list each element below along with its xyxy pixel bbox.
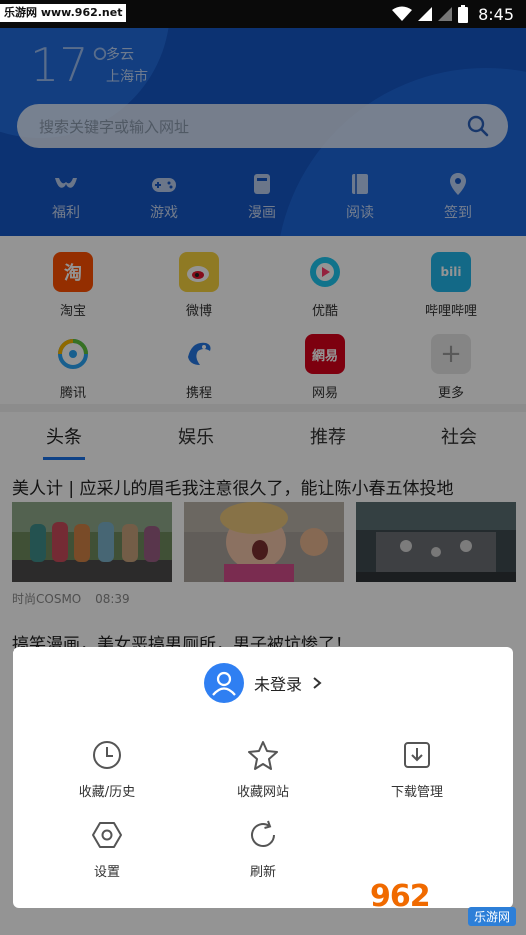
menu-label: 设置 <box>93 865 120 880</box>
clock-icon <box>93 741 121 769</box>
watermark-top: 乐游网 www.962.net <box>0 4 127 22</box>
login-label: 未登录 <box>253 675 302 694</box>
battery-icon <box>458 5 469 23</box>
status-icons: 8:45 <box>392 0 514 28</box>
star-icon <box>248 741 278 770</box>
refresh-icon <box>251 820 275 847</box>
watermark-number: 962 <box>370 879 431 914</box>
menu-favorites-history[interactable]: 收藏/历史 <box>47 739 167 800</box>
menu-label: 下载管理 <box>390 785 443 800</box>
menu-favorite-sites[interactable]: 收藏网站 <box>203 739 323 800</box>
menu-label: 收藏/历史 <box>78 785 136 800</box>
chevron-right-icon <box>313 677 322 689</box>
signal-icon-2 <box>438 7 453 21</box>
download-icon <box>404 742 430 768</box>
status-time: 8:45 <box>478 4 514 24</box>
status-bar: 乐游网 www.962.net 8:45 <box>0 0 526 28</box>
menu-refresh[interactable]: 刷新 <box>203 819 323 880</box>
menu-settings[interactable]: 设置 <box>47 819 167 880</box>
menu-label: 刷新 <box>249 865 276 880</box>
login-row[interactable]: 未登录 <box>13 663 513 703</box>
wifi-icon <box>392 6 413 21</box>
watermark-logo: 962 乐游网 <box>370 879 520 931</box>
avatar <box>203 663 244 703</box>
user-icon <box>212 671 236 696</box>
settings-icon <box>92 822 122 848</box>
menu-download-manager[interactable]: 下载管理 <box>357 739 477 800</box>
menu-label: 收藏网站 <box>236 785 289 800</box>
menu-sheet: 未登录 收藏/历史 收藏网站 下载管理 设置 刷新 <box>13 647 513 908</box>
watermark-site: 乐游网 <box>467 907 516 926</box>
signal-icon <box>418 7 433 21</box>
